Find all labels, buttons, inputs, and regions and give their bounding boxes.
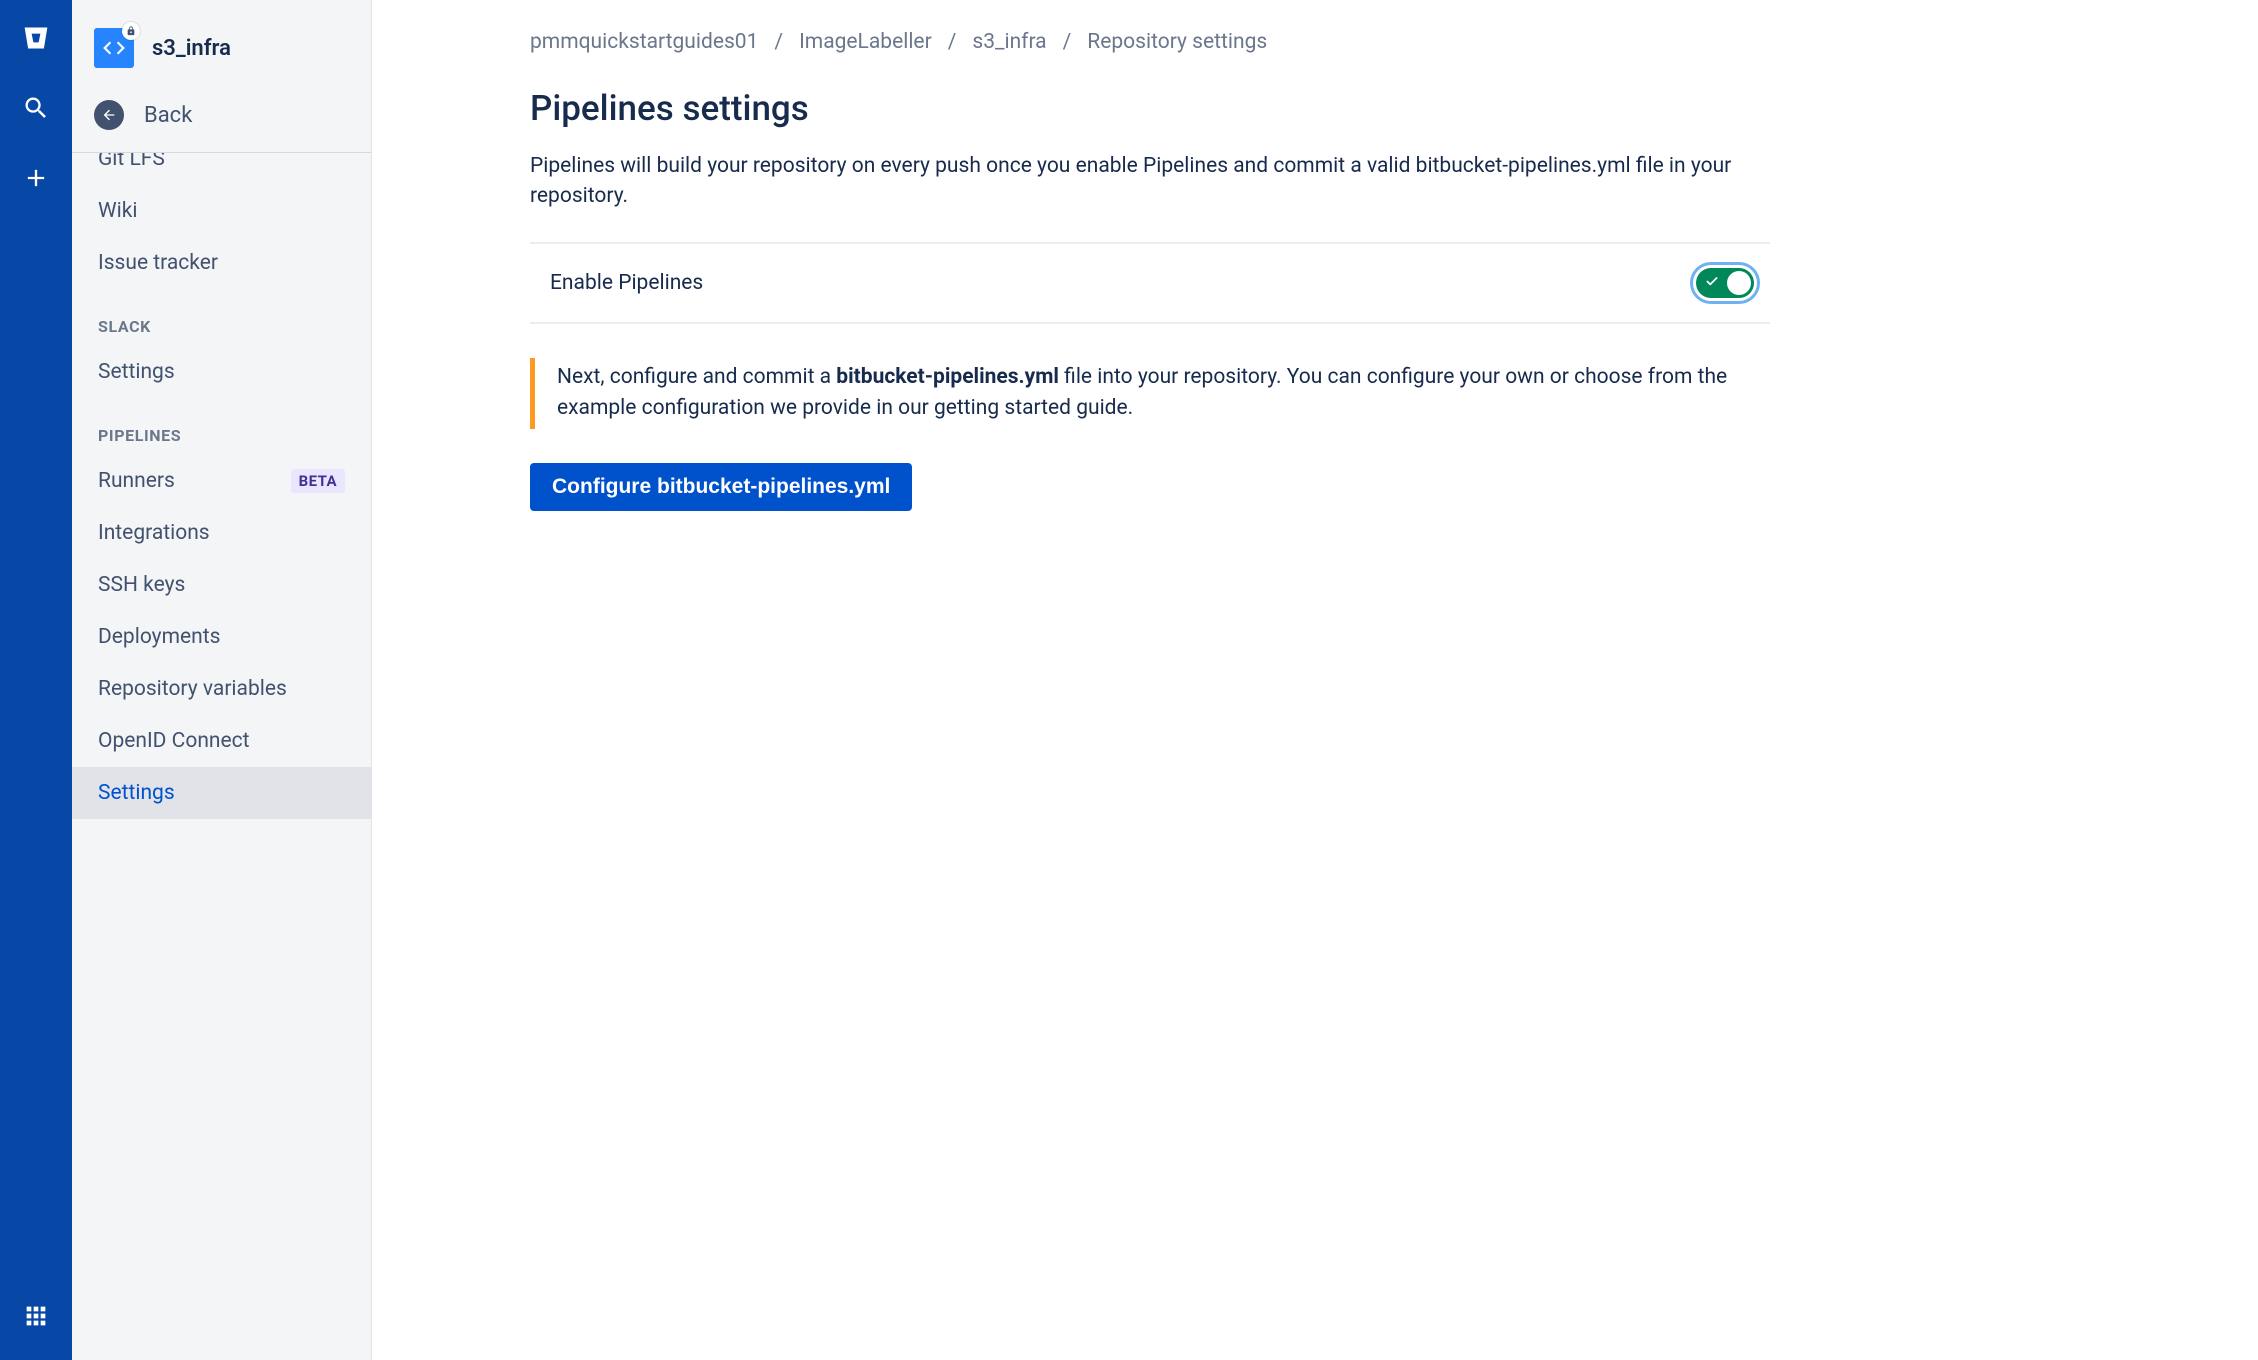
checkmark-icon bbox=[1705, 273, 1719, 292]
sidebar-group-title: PIPELINES bbox=[72, 398, 371, 455]
apps-grid-icon[interactable] bbox=[16, 1296, 56, 1336]
sidebar-item-deployments[interactable]: Deployments bbox=[72, 611, 371, 663]
banner-text-bold: bitbucket-pipelines.yml bbox=[836, 365, 1059, 389]
bitbucket-logo-icon[interactable] bbox=[16, 18, 56, 58]
enable-pipelines-toggle-focus bbox=[1690, 262, 1760, 304]
breadcrumb-link[interactable]: s3_infra bbox=[972, 30, 1046, 54]
sidebar-item-label: Wiki bbox=[98, 199, 138, 223]
repo-code-icon bbox=[94, 28, 134, 68]
sidebar: s3_infra Back Git LFS Wiki Issue tracker SL… bbox=[72, 0, 372, 1360]
page-description: Pipelines will build your repository on … bbox=[530, 151, 1770, 212]
toggle-knob bbox=[1727, 271, 1751, 295]
sidebar-item-label: OpenID Connect bbox=[98, 729, 250, 753]
sidebar-item-repository-variables[interactable]: Repository variables bbox=[72, 663, 371, 715]
sidebar-item-wiki[interactable]: Wiki bbox=[72, 185, 371, 237]
sidebar-item-issue-tracker[interactable]: Issue tracker bbox=[72, 237, 371, 289]
sidebar-item-label: Integrations bbox=[98, 521, 210, 545]
sidebar-item-settings[interactable]: Settings bbox=[72, 767, 371, 819]
enable-pipelines-toggle[interactable] bbox=[1696, 268, 1754, 298]
sidebar-scroll[interactable]: Git LFS Wiki Issue tracker SLACK Settings PIP… bbox=[72, 152, 371, 1360]
sidebar-item-label: Git LFS bbox=[98, 152, 165, 171]
sidebar-item-ssh-keys[interactable]: SSH keys bbox=[72, 559, 371, 611]
enable-pipelines-row: Enable Pipelines bbox=[530, 242, 1770, 324]
breadcrumb-link[interactable]: pmmquickstartguides01 bbox=[530, 30, 758, 54]
sidebar-item-runners[interactable]: Runners BETA bbox=[72, 455, 371, 507]
main-content: pmmquickstartguides01 / ImageLabeller / s3_i… bbox=[372, 0, 2258, 1360]
breadcrumb-separator: / bbox=[1063, 30, 1072, 54]
beta-badge: BETA bbox=[291, 469, 345, 493]
sidebar-group-title: SLACK bbox=[72, 289, 371, 346]
sidebar-repo-header[interactable]: s3_infra bbox=[72, 0, 371, 88]
configure-pipelines-button[interactable]: Configure bitbucket-pipelines.yml bbox=[530, 463, 912, 511]
sidebar-item-label: Settings bbox=[98, 360, 175, 384]
sidebar-item-git-lfs[interactable]: Git LFS bbox=[72, 152, 371, 185]
sidebar-item-label: Repository variables bbox=[98, 677, 287, 701]
sidebar-item-label: Deployments bbox=[98, 625, 220, 649]
sidebar-item-integrations[interactable]: Integrations bbox=[72, 507, 371, 559]
sidebar-item-label: SSH keys bbox=[98, 573, 185, 597]
back-button[interactable]: Back bbox=[72, 88, 371, 152]
sidebar-item-openid-connect[interactable]: OpenID Connect bbox=[72, 715, 371, 767]
breadcrumb-link[interactable]: Repository settings bbox=[1087, 30, 1267, 54]
sidebar-item-label: Settings bbox=[98, 781, 175, 805]
search-icon[interactable] bbox=[16, 88, 56, 128]
breadcrumb-separator: / bbox=[948, 30, 957, 54]
global-nav-rail bbox=[0, 0, 72, 1360]
enable-pipelines-label: Enable Pipelines bbox=[550, 271, 703, 295]
sidebar-item-label: Issue tracker bbox=[98, 251, 218, 275]
sidebar-item-settings[interactable]: Settings bbox=[72, 346, 371, 398]
sidebar-item-label: Runners bbox=[98, 469, 175, 493]
banner-text-prefix: Next, configure and commit a bbox=[557, 365, 836, 389]
repo-name: s3_infra bbox=[152, 36, 231, 61]
breadcrumb: pmmquickstartguides01 / ImageLabeller / s3_i… bbox=[530, 30, 2198, 54]
configure-info-banner: Next, configure and commit a bitbucket-p… bbox=[530, 358, 1770, 429]
plus-icon[interactable] bbox=[16, 158, 56, 198]
back-label: Back bbox=[144, 103, 192, 128]
arrow-left-icon bbox=[94, 100, 124, 130]
breadcrumb-separator: / bbox=[774, 30, 783, 54]
breadcrumb-link[interactable]: ImageLabeller bbox=[799, 30, 932, 54]
page-title: Pipelines settings bbox=[530, 88, 2198, 129]
lock-icon bbox=[122, 22, 140, 40]
